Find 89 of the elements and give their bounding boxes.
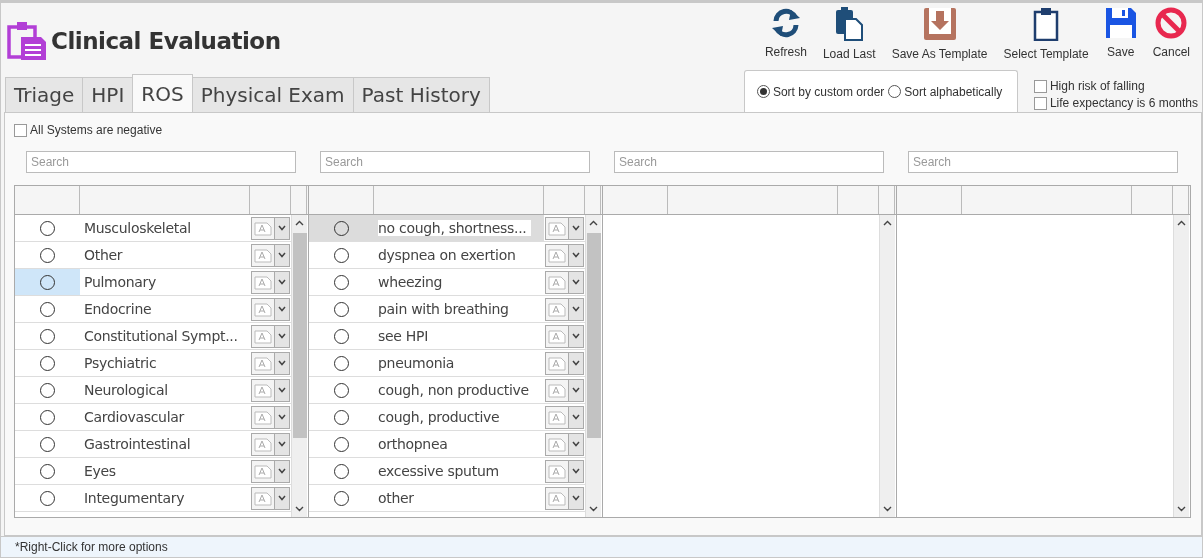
list-item-text[interactable]: Integumentary (84, 490, 185, 506)
checkbox[interactable] (1033, 96, 1047, 110)
scroll-up-icon[interactable] (1177, 220, 1186, 226)
tab[interactable]: HPI (82, 77, 134, 112)
caret-icon[interactable] (274, 487, 289, 509)
clipboard-icon (7, 21, 47, 61)
caret-icon[interactable] (568, 352, 583, 374)
caret-icon[interactable] (568, 433, 583, 455)
checkbox-label: All Systems are negative (30, 123, 163, 137)
toolbar-button[interactable]: Cancel (1144, 7, 1198, 61)
caret-icon[interactable] (274, 217, 289, 239)
radio-button[interactable] (756, 85, 770, 98)
toolbar-button[interactable]: Save As Template (883, 7, 996, 61)
caret-icon[interactable] (274, 325, 289, 347)
checkbox-label: High risk of falling (1049, 79, 1145, 93)
caret-icon[interactable] (568, 379, 583, 401)
list-item-text[interactable]: Cardiovascular (84, 409, 184, 425)
window-title: Clinical Evaluation (51, 28, 281, 54)
scroll-up-icon[interactable] (295, 220, 304, 226)
checkbox-label: Life expectancy is 6 months (1049, 96, 1198, 110)
scrollbar[interactable] (585, 215, 601, 517)
documents-icon (835, 7, 864, 41)
list-item-text[interactable]: pain with breathing (378, 301, 509, 317)
caret-icon[interactable] (568, 244, 583, 266)
toolbar-button[interactable]: Select Template (995, 7, 1097, 61)
scroll-down-icon[interactable] (1177, 506, 1186, 512)
list-item-text[interactable]: pneumonia (378, 355, 455, 371)
scrollbar[interactable] (1173, 215, 1189, 517)
clipboard-icon (1033, 7, 1060, 41)
list-item-text[interactable]: Psychiatric (84, 355, 157, 371)
list-item-text[interactable]: Gastrointestinal (84, 436, 191, 452)
caret-icon[interactable] (274, 406, 289, 428)
prohibited-icon (1155, 7, 1188, 39)
list-item-text[interactable]: dyspnea on exertion (378, 247, 516, 263)
scroll-up-icon[interactable] (883, 220, 892, 226)
caret-icon[interactable] (274, 433, 289, 455)
list-item-text[interactable]: Constitutional Sympt... (84, 328, 238, 344)
list-item-text[interactable]: other (378, 490, 414, 506)
scroll-up-icon[interactable] (589, 220, 598, 226)
caret-icon[interactable] (274, 379, 289, 401)
scroll-down-icon[interactable] (883, 506, 892, 512)
checkbox[interactable] (14, 123, 27, 137)
tab[interactable]: ROS (132, 74, 193, 112)
list-item-text[interactable]: cough, non productive (378, 382, 529, 398)
radio-button[interactable] (888, 85, 902, 98)
list-item-text[interactable]: Endocrine (84, 301, 152, 317)
caret-icon[interactable] (568, 298, 583, 320)
tab[interactable]: Past History (352, 77, 490, 112)
toolbar-button[interactable]: Refresh (756, 7, 815, 61)
scroll-down-icon[interactable] (589, 506, 598, 512)
list-item-text[interactable]: no cough, shortness... (378, 220, 531, 236)
checkbox[interactable] (1033, 79, 1047, 93)
tab[interactable]: Physical Exam (191, 77, 354, 112)
list-item-text[interactable]: Other (84, 247, 123, 263)
search-field[interactable]: Search (320, 151, 590, 173)
list-item-text[interactable]: orthopnea (378, 436, 448, 452)
scrollbar[interactable] (291, 215, 307, 517)
scroll-down-icon[interactable] (295, 506, 304, 512)
search-field[interactable]: Search (26, 151, 296, 173)
toolbar-button[interactable]: Save (1096, 7, 1145, 61)
tab[interactable]: Triage (5, 77, 84, 112)
scrollbar[interactable] (879, 215, 895, 517)
list-item-text[interactable]: Neurological (84, 382, 168, 398)
search-field[interactable]: Search (908, 151, 1178, 173)
search-field[interactable]: Search (614, 151, 884, 173)
caret-icon[interactable] (274, 298, 289, 320)
caret-icon[interactable] (274, 271, 289, 293)
caret-icon[interactable] (568, 217, 583, 239)
toolbar-button[interactable]: Load Last (814, 7, 884, 61)
list-item-text[interactable]: see HPI (378, 328, 428, 344)
list-item-text[interactable]: excessive sputum (378, 463, 499, 479)
radio-label: Sort by custom order (772, 84, 885, 99)
list-item-text[interactable]: Musculoskeletal (84, 220, 191, 236)
caret-icon[interactable] (568, 406, 583, 428)
list-item-text[interactable]: cough, productive (378, 409, 500, 425)
status-text: *Right-Click for more options (15, 540, 168, 554)
caret-icon[interactable] (568, 460, 583, 482)
refresh-icon (770, 7, 801, 39)
caret-icon[interactable] (568, 487, 583, 509)
download-icon (922, 7, 957, 41)
radio-label: Sort alphabetically (904, 84, 1003, 99)
caret-icon[interactable] (274, 352, 289, 374)
caret-icon[interactable] (568, 325, 583, 347)
caret-icon[interactable] (274, 244, 289, 266)
caret-icon[interactable] (568, 271, 583, 293)
list-item-text[interactable]: Pulmonary (84, 274, 156, 290)
list-item-text[interactable]: wheezing (378, 274, 443, 290)
caret-icon[interactable] (274, 460, 289, 482)
list-item-text[interactable]: Eyes (84, 463, 116, 479)
